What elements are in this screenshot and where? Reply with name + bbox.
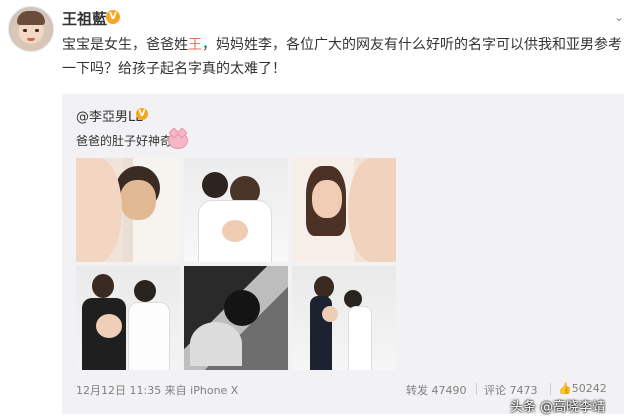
repost-text: 爸爸的肚子好神奇 — [76, 134, 173, 148]
photo-2-head-man — [202, 172, 228, 198]
photo-2-belly — [222, 220, 248, 242]
post-text-highlight: 王 — [188, 37, 202, 53]
post-text-part1: 宝宝是女生，爸爸姓 — [62, 37, 188, 53]
like-count: 50242 — [571, 382, 607, 395]
photo-6-man-body — [348, 306, 372, 370]
repost-username[interactable]: @李亞男LL — [76, 106, 143, 125]
photo-5-belly — [190, 322, 242, 366]
verified-badge-icon: V — [106, 10, 120, 24]
post-username[interactable]: 王祖藍 — [62, 8, 107, 29]
repost-verified-badge-icon: V — [136, 108, 148, 120]
photo-2[interactable] — [184, 158, 288, 262]
repost-count[interactable]: 转发 47490 — [406, 382, 467, 398]
photo-3-belly — [348, 158, 396, 262]
photo-4-belly — [96, 314, 122, 338]
stat-divider — [476, 383, 477, 395]
avatar-eye-left — [23, 29, 27, 32]
photo-6-belly — [322, 306, 338, 322]
avatar-mouth — [27, 38, 35, 41]
like-button[interactable]: 👍50242 — [558, 382, 607, 395]
post-text: 宝宝是女生，爸爸姓王，妈妈姓李，各位广大的网友有什么好听的名字可以供我和亚男参考… — [62, 33, 622, 81]
stat-divider — [550, 383, 551, 395]
thumbs-up-icon: 👍 — [558, 382, 572, 395]
photo-4-head-woman — [92, 274, 114, 298]
watermark: 头条 @高晓李靖 — [510, 400, 606, 415]
photo-4-man-body — [128, 302, 170, 370]
photo-3-face — [312, 180, 342, 218]
photo-1-face — [120, 180, 156, 220]
photo-4-head-man — [134, 280, 156, 302]
pig-face-icon — [168, 132, 188, 149]
avatar-hair — [17, 11, 45, 25]
photo-5-head — [224, 290, 260, 326]
photo-5[interactable] — [184, 266, 288, 370]
photo-1[interactable] — [76, 158, 180, 262]
photo-4[interactable] — [76, 266, 180, 370]
avatar[interactable] — [8, 6, 54, 52]
repost-timestamp[interactable]: 12月12日 11:35 来自 iPhone X — [76, 382, 238, 398]
repost-card[interactable]: @李亞男LL V 爸爸的肚子好神奇 12月12日 11:35 来自 iPhone… — [62, 94, 624, 414]
photo-1-belly — [76, 158, 122, 262]
photo-3[interactable] — [292, 158, 396, 262]
photo-6-head-woman — [314, 276, 334, 298]
chevron-down-icon[interactable]: ⌄ — [614, 10, 624, 24]
photo-6[interactable] — [292, 266, 396, 370]
avatar-eye-right — [35, 29, 39, 32]
